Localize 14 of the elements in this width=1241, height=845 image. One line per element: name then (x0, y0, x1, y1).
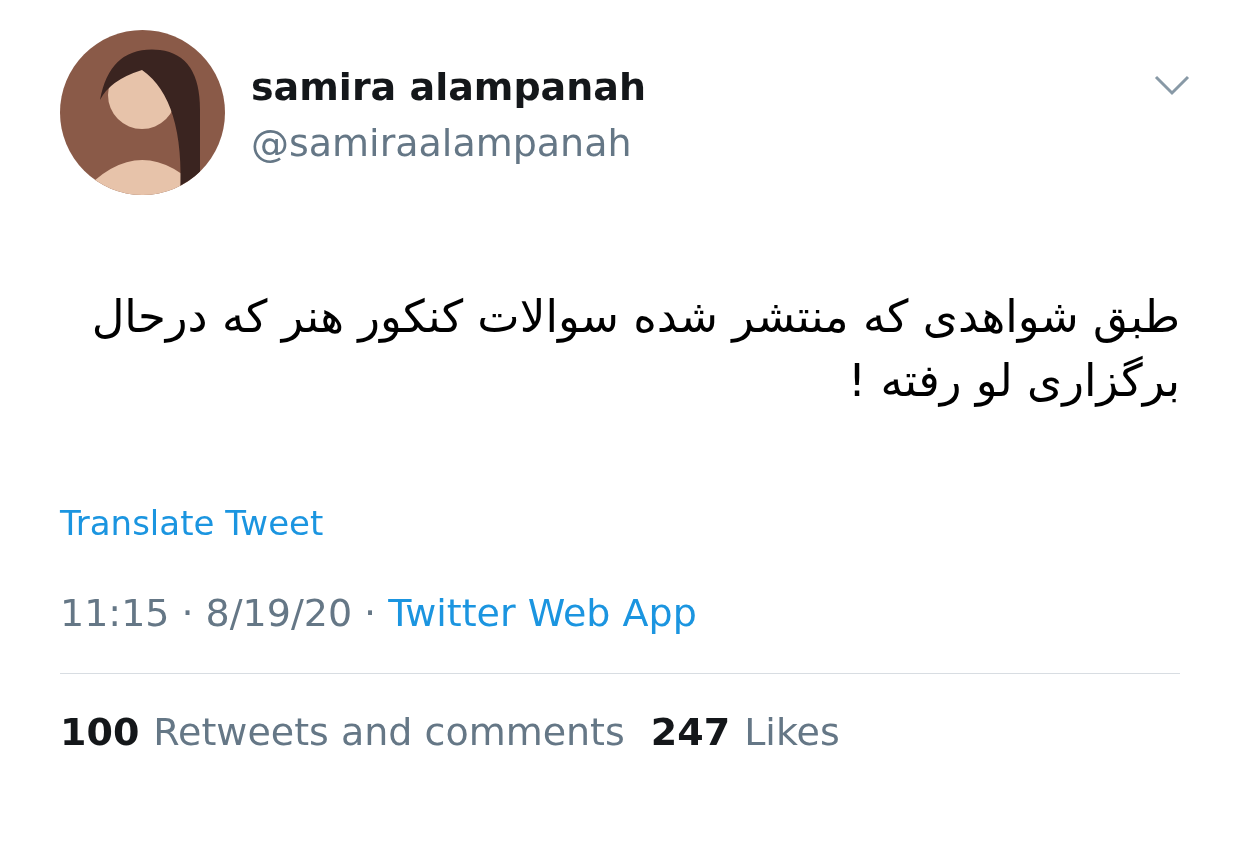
stat-count: 100 (60, 710, 140, 754)
user-handle[interactable]: @samiraalampanah (251, 114, 1128, 172)
separator-dot: · (181, 591, 194, 635)
stat-count: 247 (650, 710, 731, 754)
separator-dot: · (364, 591, 377, 635)
stat-label[interactable]: Likes (744, 710, 840, 754)
tweet-text: طبق شواهدی که منتشر شده سوالات کنکور هنر که درحال برگزاری لو رفته ! (90, 289, 1180, 409)
chevron-down-icon[interactable] (1154, 74, 1190, 96)
tweet-time: 11:15 (60, 591, 170, 635)
tweet-date: 8/19/20 (205, 591, 353, 635)
user-name[interactable]: samira alampanah (251, 60, 1128, 114)
translate-link[interactable]: Translate Tweet (60, 503, 324, 543)
source-link[interactable]: Twitter Web App (388, 591, 697, 635)
stat-label[interactable]: Retweets and comments (153, 710, 625, 754)
